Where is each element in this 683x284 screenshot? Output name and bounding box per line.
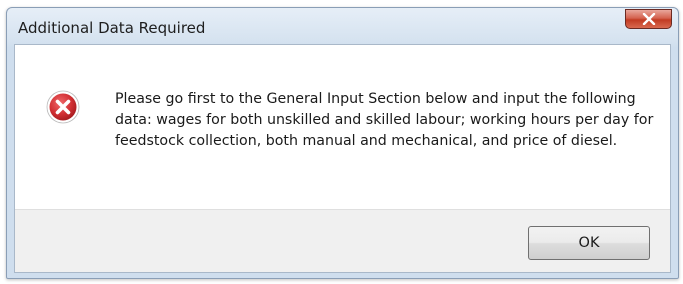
close-icon — [642, 13, 655, 25]
error-icon — [46, 90, 80, 124]
dialog-window: Additional Data Required Please go first… — [6, 7, 679, 279]
message-area: Please go first to the General Input Sec… — [15, 45, 670, 209]
window-title: Additional Data Required — [18, 19, 206, 37]
title-bar[interactable]: Additional Data Required — [7, 8, 678, 44]
close-button[interactable] — [625, 9, 672, 29]
ok-button[interactable]: OK — [528, 226, 650, 260]
error-message: Please go first to the General Input Sec… — [115, 91, 654, 149]
button-bar: OK — [15, 209, 670, 272]
dialog-body: Please go first to the General Input Sec… — [14, 44, 671, 273]
